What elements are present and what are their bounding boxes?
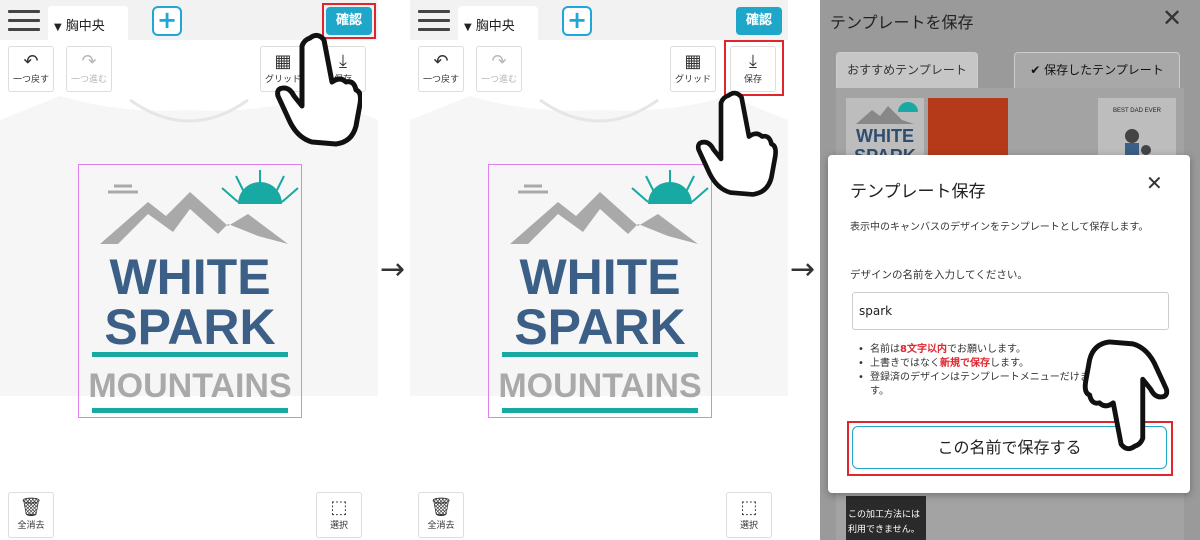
trash-icon: 🗑 bbox=[429, 497, 453, 518]
panel-title: テンプレートを保存 bbox=[830, 13, 974, 32]
save-button[interactable]: ⤓ 保存 bbox=[730, 46, 776, 92]
download-icon: ⤓ bbox=[749, 51, 757, 72]
grid-icon: ▦ bbox=[684, 51, 702, 72]
clear-all-button[interactable]: 🗑 全消去 bbox=[8, 492, 54, 538]
redo-icon: ↷ bbox=[491, 51, 507, 72]
mountain-graphic bbox=[510, 170, 709, 244]
clear-all-button[interactable]: 🗑 全消去 bbox=[418, 492, 464, 538]
name-prompt-label: デザインの名前を入力してください。 bbox=[850, 269, 1028, 281]
undo-button[interactable]: ↶ 一つ戻す bbox=[8, 46, 54, 92]
editor-panel-2: ▼胸中央 + 確認 ↶ 一つ戻す ↷ 一つ進む ▦ グリッド ⤓ 保存 WHI bbox=[410, 0, 788, 540]
trash-icon: 🗑 bbox=[19, 497, 43, 518]
editor-panel-1: ▼胸中央 + 確認 ↶ 一つ戻す ↷ 一つ進む ▦ グリッド ⤓ 保存 WHI bbox=[0, 0, 378, 540]
print-position-tab[interactable]: ▼ 胸中央 bbox=[458, 6, 538, 40]
chevron-down-icon: ▼ bbox=[54, 22, 62, 33]
select-icon: ⬚ bbox=[740, 497, 758, 518]
arrow-right-icon: → bbox=[790, 252, 816, 287]
design-text-line3: MOUNTAINS bbox=[88, 367, 291, 405]
redo-icon: ↷ bbox=[81, 51, 97, 72]
design-text-line2: SPARK bbox=[104, 299, 275, 355]
pointing-hand-icon bbox=[1082, 339, 1170, 452]
close-icon[interactable]: ✕ bbox=[1146, 171, 1163, 195]
unavailable-note: この加工方法には 利用できません。 bbox=[846, 496, 926, 540]
svg-text:WHITE: WHITE bbox=[856, 126, 914, 146]
close-icon[interactable]: ✕ bbox=[1162, 4, 1182, 32]
pointing-hand-icon bbox=[275, 32, 362, 147]
note-item: 名前は8文字以内でお願いします。 bbox=[854, 343, 1104, 357]
dialog-title: テンプレート保存 bbox=[850, 182, 986, 202]
note-item: 上書きではなく新規で保存します。 bbox=[854, 357, 1104, 371]
select-button[interactable]: ⬚ 選択 bbox=[726, 492, 772, 538]
redo-button[interactable]: ↷ 一つ進む bbox=[476, 46, 522, 92]
undo-icon: ↶ bbox=[23, 51, 39, 72]
design-text-line3: MOUNTAINS bbox=[498, 367, 701, 405]
note-item: 登録済のデザインはテンプレートメニューだけます。 bbox=[854, 371, 1104, 399]
tab-recommended-templates[interactable]: おすすめテンプレート bbox=[836, 52, 978, 88]
notes-list: 名前は8文字以内でお願いします。 上書きではなく新規で保存します。 登録済のデザ… bbox=[854, 343, 1104, 399]
grid-button[interactable]: ▦ グリッド bbox=[670, 46, 716, 92]
menu-icon[interactable] bbox=[8, 10, 40, 32]
design-text-line1: WHITE bbox=[109, 249, 270, 305]
design-name-input[interactable] bbox=[852, 292, 1169, 330]
design-text-line2: SPARK bbox=[514, 299, 685, 355]
undo-icon: ↶ bbox=[433, 51, 449, 72]
undo-button[interactable]: ↶ 一つ戻す bbox=[418, 46, 464, 92]
confirm-button[interactable]: 確認 bbox=[736, 7, 782, 35]
design-artwork: WHITE SPARK MOUNTAINS bbox=[88, 170, 299, 413]
plus-icon[interactable]: + bbox=[562, 6, 592, 36]
arrow-right-icon: → bbox=[380, 252, 406, 287]
pointing-hand-icon bbox=[695, 90, 778, 197]
svg-text:BEST DAD EVER: BEST DAD EVER bbox=[1113, 108, 1162, 114]
select-icon: ⬚ bbox=[330, 497, 348, 518]
design-artwork: WHITE SPARK MOUNTAINS bbox=[498, 170, 709, 413]
top-bar: ▼ 胸中央 + 確認 bbox=[410, 0, 788, 40]
check-icon: ✔ bbox=[1030, 63, 1045, 77]
design-text-line1: WHITE bbox=[519, 249, 680, 305]
select-button[interactable]: ⬚ 選択 bbox=[316, 492, 362, 538]
dialog-description: 表示中のキャンバスのデザインをテンプレートとして保存します。 bbox=[850, 222, 1149, 233]
menu-icon[interactable] bbox=[418, 10, 450, 32]
plus-icon[interactable]: + bbox=[152, 6, 182, 36]
panel-header: テンプレートを保存 ✕ bbox=[820, 0, 1200, 40]
chevron-down-icon: ▼ bbox=[464, 22, 472, 33]
redo-button[interactable]: ↷ 一つ進む bbox=[66, 46, 112, 92]
mountain-graphic bbox=[100, 170, 299, 244]
tab-saved-templates[interactable]: ✔ 保存したテンプレート bbox=[1014, 52, 1180, 88]
print-position-tab[interactable]: ▼ 胸中央 bbox=[48, 6, 128, 40]
